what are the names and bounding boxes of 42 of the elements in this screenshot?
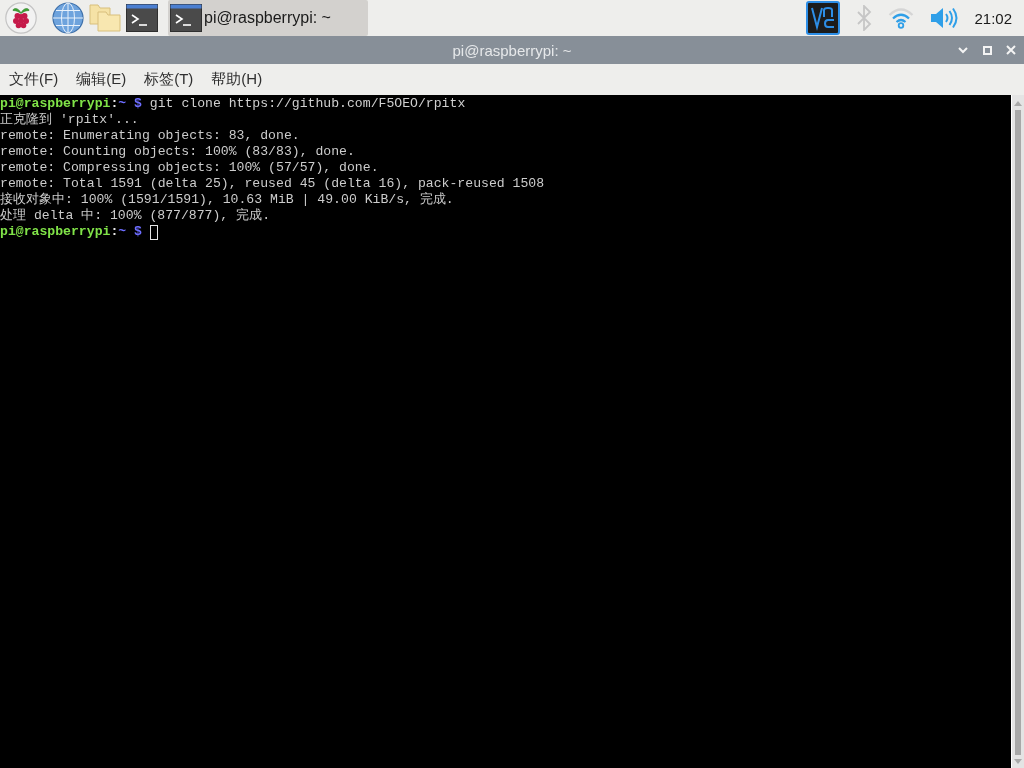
menu-item[interactable]: 帮助(H) [206,67,268,92]
menu-item[interactable]: 编辑(E) [71,67,132,92]
close-icon [1006,45,1016,55]
vnc-button[interactable] [806,1,841,35]
maximize-button[interactable] [980,43,994,57]
output-line: 正克隆到 'rpitx'... [0,112,139,128]
taskbar-window-button[interactable]: pi@raspberrypi: ~ [168,0,368,36]
terminal-icon [126,4,158,32]
vnc-icon [806,1,841,35]
volume-button[interactable] [930,7,959,29]
clock-text: 21:02 [974,9,1012,27]
scroll-up-icon[interactable] [1014,101,1022,106]
output-line: remote: Compressing objects: 100% (57/57), done. [0,160,379,176]
bluetooth-button[interactable] [856,5,873,31]
globe-icon [52,2,84,34]
scroll-down-icon[interactable] [1014,759,1022,764]
file-manager-button[interactable] [89,4,121,32]
scrollbar-track[interactable] [1012,95,1024,768]
chevron-down-icon [958,46,968,54]
wifi-button[interactable] [888,7,915,29]
menu-item[interactable]: 标签(T) [139,67,199,92]
output-line: remote: Total 1591 (delta 25), reused 45 (delta 16), pack-reused 1508 [0,176,545,192]
folders-icon [89,4,121,32]
output-line: remote: Enumerating objects: 83, done. [0,128,300,144]
output-line: remote: Counting objects: 100% (83/83), done. [0,144,355,160]
terminal-launcher-button[interactable] [126,4,158,32]
shell-prompt: pi@raspberrypi:~ $ [0,96,142,112]
shell-prompt: pi@raspberrypi:~ $ [0,224,142,240]
close-button[interactable] [1004,43,1018,57]
square-icon [982,45,992,55]
output-line: 接收对象中: 100% (1591/1591), 10.63 MiB | 49.00 KiB/s, 完成. [0,192,454,208]
scrollbar-thumb[interactable] [1015,110,1021,755]
bluetooth-icon [856,5,873,31]
browser-button[interactable] [52,2,84,34]
output-line: 处理 delta 中: 100% (877/877), 完成. [0,208,271,224]
wifi-icon [888,7,915,29]
menu-button[interactable] [5,2,37,34]
window-title: pi@raspberrypi: ~ [452,41,572,59]
menu-item[interactable]: 文件(F) [4,67,64,92]
terminal-icon [170,4,202,32]
command-text: git clone https://github.com/F5OEO/rpitx [149,96,466,112]
speaker-icon [930,7,959,29]
